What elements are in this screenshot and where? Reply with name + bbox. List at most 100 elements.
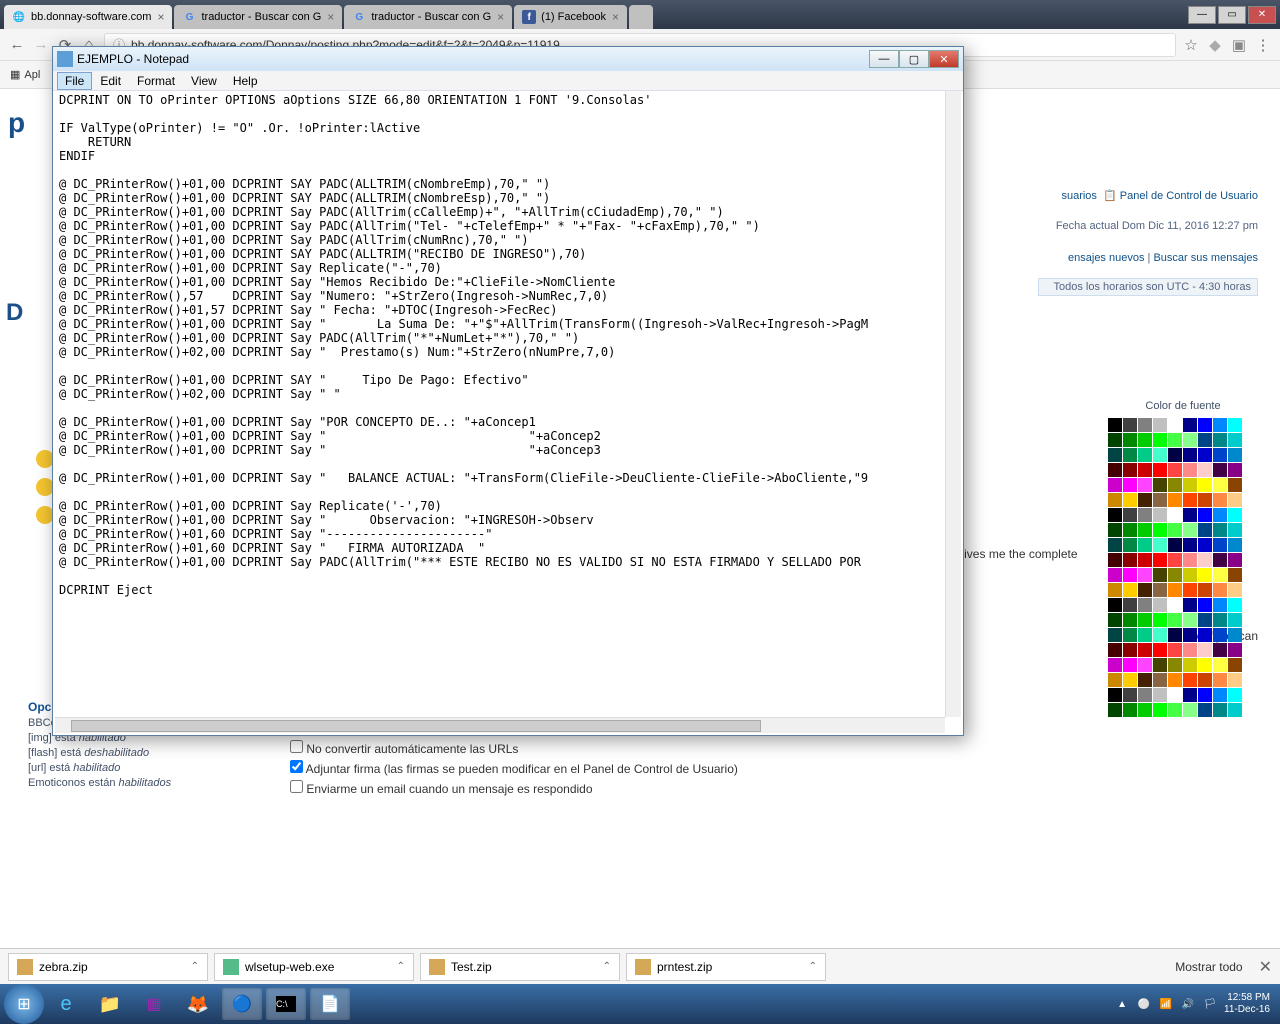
- color-swatch[interactable]: [1123, 508, 1137, 522]
- color-swatch[interactable]: [1108, 583, 1122, 597]
- minimize-button[interactable]: —: [1188, 6, 1216, 24]
- color-swatch[interactable]: [1168, 523, 1182, 537]
- color-swatch[interactable]: [1198, 553, 1212, 567]
- color-swatch[interactable]: [1168, 568, 1182, 582]
- color-swatch[interactable]: [1198, 673, 1212, 687]
- panel-link[interactable]: Panel de Control de Usuario: [1120, 190, 1258, 202]
- color-swatch[interactable]: [1123, 673, 1137, 687]
- color-swatch[interactable]: [1198, 628, 1212, 642]
- color-swatch[interactable]: [1228, 643, 1242, 657]
- color-swatch[interactable]: [1183, 643, 1197, 657]
- color-swatch[interactable]: [1123, 538, 1137, 552]
- vertical-scrollbar[interactable]: [945, 91, 961, 717]
- color-swatch[interactable]: [1213, 508, 1227, 522]
- color-swatch[interactable]: [1213, 478, 1227, 492]
- color-swatch[interactable]: [1108, 568, 1122, 582]
- tray-icon[interactable]: ▲: [1114, 996, 1130, 1012]
- ie-icon[interactable]: e: [46, 988, 86, 1020]
- color-swatch[interactable]: [1153, 643, 1167, 657]
- color-swatch[interactable]: [1183, 598, 1197, 612]
- color-swatch[interactable]: [1138, 508, 1152, 522]
- color-swatch[interactable]: [1168, 508, 1182, 522]
- color-swatch[interactable]: [1213, 583, 1227, 597]
- color-swatch[interactable]: [1198, 568, 1212, 582]
- color-swatch[interactable]: [1228, 598, 1242, 612]
- color-swatch[interactable]: [1183, 673, 1197, 687]
- app-icon[interactable]: ▦: [134, 988, 174, 1020]
- color-swatch[interactable]: [1153, 598, 1167, 612]
- menu-view[interactable]: View: [183, 72, 225, 90]
- color-swatch[interactable]: [1198, 523, 1212, 537]
- color-swatch[interactable]: [1153, 463, 1167, 477]
- color-swatch[interactable]: [1228, 568, 1242, 582]
- close-icon[interactable]: ×: [157, 10, 164, 24]
- star-icon[interactable]: ☆: [1182, 36, 1200, 54]
- color-swatch[interactable]: [1213, 493, 1227, 507]
- browser-tab-1[interactable]: G traductor - Buscar con G ×: [174, 5, 342, 29]
- color-swatch[interactable]: [1213, 448, 1227, 462]
- color-swatch[interactable]: [1228, 703, 1242, 717]
- color-swatch[interactable]: [1228, 523, 1242, 537]
- color-swatch[interactable]: [1138, 523, 1152, 537]
- color-swatch[interactable]: [1123, 613, 1137, 627]
- check-email[interactable]: Enviarme un email cuando un mensaje es r…: [290, 780, 738, 796]
- color-swatch[interactable]: [1153, 508, 1167, 522]
- color-swatch[interactable]: [1153, 583, 1167, 597]
- color-swatch[interactable]: [1138, 688, 1152, 702]
- clock[interactable]: 12:58 PM 11-Dec-16: [1224, 992, 1270, 1016]
- color-swatch[interactable]: [1198, 478, 1212, 492]
- color-swatch[interactable]: [1123, 448, 1137, 462]
- chevron-up-icon[interactable]: ⌃: [809, 961, 817, 972]
- color-swatch[interactable]: [1213, 643, 1227, 657]
- color-swatch[interactable]: [1198, 538, 1212, 552]
- color-swatch[interactable]: [1183, 448, 1197, 462]
- color-swatch[interactable]: [1123, 658, 1137, 672]
- color-swatch[interactable]: [1213, 628, 1227, 642]
- color-swatch[interactable]: [1168, 418, 1182, 432]
- color-swatch[interactable]: [1168, 628, 1182, 642]
- color-swatch[interactable]: [1138, 673, 1152, 687]
- color-swatch[interactable]: [1123, 553, 1137, 567]
- color-swatch[interactable]: [1108, 448, 1122, 462]
- nuevos-link[interactable]: ensajes nuevos: [1068, 252, 1144, 264]
- color-swatch[interactable]: [1123, 433, 1137, 447]
- color-swatch[interactable]: [1168, 613, 1182, 627]
- color-swatch[interactable]: [1168, 478, 1182, 492]
- tray-icon[interactable]: ⚪: [1136, 996, 1152, 1012]
- color-swatch[interactable]: [1123, 703, 1137, 717]
- extension-icon[interactable]: ▣: [1230, 36, 1248, 54]
- color-swatch[interactable]: [1183, 508, 1197, 522]
- color-swatch[interactable]: [1228, 478, 1242, 492]
- color-swatch[interactable]: [1168, 688, 1182, 702]
- check-urls[interactable]: No convertir automáticamente las URLs: [290, 740, 738, 756]
- color-swatch[interactable]: [1138, 598, 1152, 612]
- explorer-icon[interactable]: 📁: [90, 988, 130, 1020]
- forward-button[interactable]: →: [32, 36, 50, 54]
- close-icon[interactable]: ×: [497, 10, 504, 24]
- color-swatch[interactable]: [1198, 508, 1212, 522]
- color-swatch[interactable]: [1123, 628, 1137, 642]
- color-swatch[interactable]: [1228, 493, 1242, 507]
- color-swatch[interactable]: [1168, 538, 1182, 552]
- flag-icon[interactable]: 🏳: [1202, 996, 1218, 1012]
- color-swatch[interactable]: [1138, 493, 1152, 507]
- color-swatch[interactable]: [1183, 463, 1197, 477]
- color-swatch[interactable]: [1108, 418, 1122, 432]
- color-swatch[interactable]: [1213, 463, 1227, 477]
- color-swatch[interactable]: [1213, 433, 1227, 447]
- download-item-3[interactable]: prntest.zip⌃: [626, 953, 826, 981]
- tray-icon[interactable]: 🔊: [1180, 996, 1196, 1012]
- color-swatch[interactable]: [1138, 628, 1152, 642]
- color-swatch[interactable]: [1228, 538, 1242, 552]
- color-swatch[interactable]: [1108, 508, 1122, 522]
- color-swatch[interactable]: [1108, 658, 1122, 672]
- color-swatch[interactable]: [1228, 508, 1242, 522]
- color-swatch[interactable]: [1228, 553, 1242, 567]
- color-swatch[interactable]: [1198, 583, 1212, 597]
- color-swatch[interactable]: [1213, 568, 1227, 582]
- apps-button[interactable]: ▦ Apl: [10, 68, 40, 81]
- chevron-up-icon[interactable]: ⌃: [397, 961, 405, 972]
- color-swatch[interactable]: [1123, 478, 1137, 492]
- color-swatch[interactable]: [1183, 703, 1197, 717]
- scroll-thumb[interactable]: [71, 720, 761, 732]
